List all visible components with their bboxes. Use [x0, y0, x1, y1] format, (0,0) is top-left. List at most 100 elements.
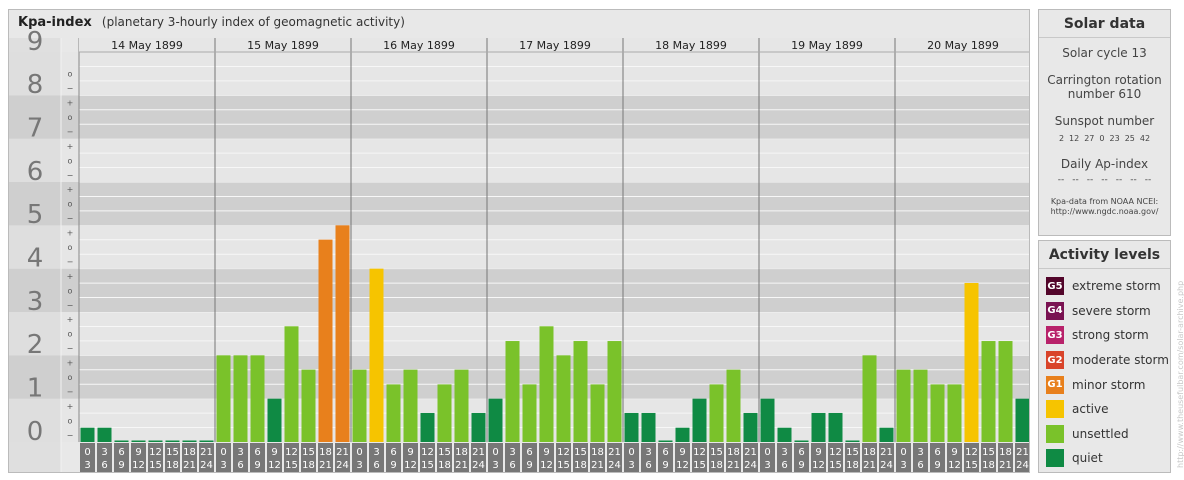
interval-start-label: 3 [237, 447, 243, 458]
interval-start-label: 0 [220, 447, 226, 458]
interval-end-label: 24 [880, 460, 893, 471]
interval-start-label: 0 [492, 447, 498, 458]
y-tick-label: 5 [27, 200, 44, 230]
solar-cycle: Solar cycle 13 [1062, 46, 1147, 60]
kp-bar [488, 398, 503, 442]
sunspot-value: 42 [1139, 134, 1151, 143]
interval-start-label: 12 [421, 447, 434, 458]
kp-bar [760, 398, 775, 442]
interval-end-label: 24 [336, 460, 349, 471]
ap-index-value: -- [1072, 175, 1079, 185]
day-label: 14 May 1899 [111, 39, 183, 52]
interval-end-label: 6 [373, 460, 379, 471]
kp-bar [845, 440, 860, 442]
kp-bar [471, 412, 486, 442]
kp-bar [964, 282, 979, 442]
legend-item-strong-storm: G3 strong storm [1039, 323, 1170, 348]
interval-start-label: 0 [84, 447, 90, 458]
y-minor-label: o [68, 70, 73, 79]
y-minor-label: − [67, 257, 74, 266]
legend-label: moderate storm [1072, 353, 1169, 368]
interval-end-label: 18 [982, 460, 995, 471]
kp-bar [420, 412, 435, 442]
interval-start-label: 9 [951, 447, 957, 458]
kp-bar [811, 412, 826, 442]
y-tick-label: 1 [27, 374, 44, 404]
legend-swatch [1046, 400, 1064, 419]
sunspot-value: 25 [1124, 134, 1135, 143]
legend-item-severe-storm: G4 severe storm [1039, 299, 1170, 324]
kp-bar [590, 384, 605, 442]
kp-bar [148, 440, 163, 442]
kp-bar [794, 440, 809, 442]
legend-label: extreme storm [1072, 279, 1161, 294]
interval-start-label: 15 [438, 447, 451, 458]
kp-bar [131, 440, 146, 442]
kp-bar [930, 384, 945, 442]
day-label: 16 May 1899 [383, 39, 455, 52]
kp-bar [301, 369, 316, 442]
interval-end-label: 9 [798, 460, 804, 471]
interval-start-label: 3 [509, 447, 515, 458]
interval-start-label: 6 [390, 447, 396, 458]
kp-bar [692, 398, 707, 442]
interval-start-label: 6 [254, 447, 260, 458]
y-minor-label: − [67, 171, 74, 180]
interval-end-label: 6 [101, 460, 107, 471]
interval-start-label: 3 [373, 447, 379, 458]
y-minor-label: + [67, 402, 74, 411]
interval-end-label: 18 [438, 460, 451, 471]
interval-start-label: 21 [744, 447, 757, 458]
y-tick-label: 9 [27, 27, 44, 57]
interval-start-label: 3 [645, 447, 651, 458]
y-minor-label: + [67, 229, 74, 238]
y-minor-label: + [67, 142, 74, 151]
ap-index-values: -- -- -- -- -- -- -- [1039, 175, 1170, 185]
interval-start-label: 6 [118, 447, 124, 458]
legend-label: severe storm [1072, 303, 1151, 318]
y-minor-label: o [68, 200, 73, 209]
band-4 [9, 225, 1029, 269]
activity-levels-title: Activity levels [1039, 241, 1170, 269]
credit-line2: http://www.ngdc.noaa.gov/ [1050, 207, 1159, 216]
band-6 [9, 138, 1029, 182]
interval-end-label: 18 [846, 460, 859, 471]
interval-end-label: 12 [676, 460, 689, 471]
y-minor-label: o [68, 113, 73, 122]
band-7 [9, 95, 1029, 139]
y-minor-label: o [68, 416, 73, 425]
interval-start-label: 15 [846, 447, 859, 458]
kp-bar [522, 384, 537, 442]
interval-start-label: 21 [1016, 447, 1029, 458]
interval-start-label: 18 [727, 447, 740, 458]
y-tick-label: 0 [27, 417, 44, 447]
day-label: 19 May 1899 [791, 39, 863, 52]
band-3 [9, 268, 1029, 312]
kp-bar [675, 427, 690, 442]
interval-start-label: 6 [934, 447, 940, 458]
kp-bar [403, 369, 418, 442]
interval-end-label: 3 [356, 460, 362, 471]
kpa-chart-panel: Kpa-index (planetary 3-hourly index of g… [8, 9, 1030, 473]
interval-end-label: 9 [934, 460, 940, 471]
y-tick-label: 6 [27, 157, 44, 187]
kp-bar [573, 341, 588, 442]
interval-start-label: 3 [781, 447, 787, 458]
sunspot-value: 27 [1084, 134, 1095, 143]
watermark-url: http://www.theusefulbar.com/solar-archiv… [1176, 280, 1184, 468]
kp-bar [114, 440, 129, 442]
interval-start-label: 9 [271, 447, 277, 458]
sunspot-value: 0 [1099, 134, 1105, 143]
interval-end-label: 12 [812, 460, 825, 471]
kp-bar [505, 341, 520, 442]
kp-bar [386, 384, 401, 442]
y-minor-label: o [68, 243, 73, 252]
legend-item-active: active [1039, 397, 1170, 422]
kp-bar [607, 341, 622, 442]
kp-bar [182, 440, 197, 442]
legend-item-unsettled: unsettled [1039, 422, 1170, 447]
kp-bar [369, 268, 384, 442]
ap-index-value: -- [1057, 175, 1065, 185]
y-tick-label: 4 [27, 244, 44, 274]
interval-end-label: 24 [1016, 460, 1029, 471]
